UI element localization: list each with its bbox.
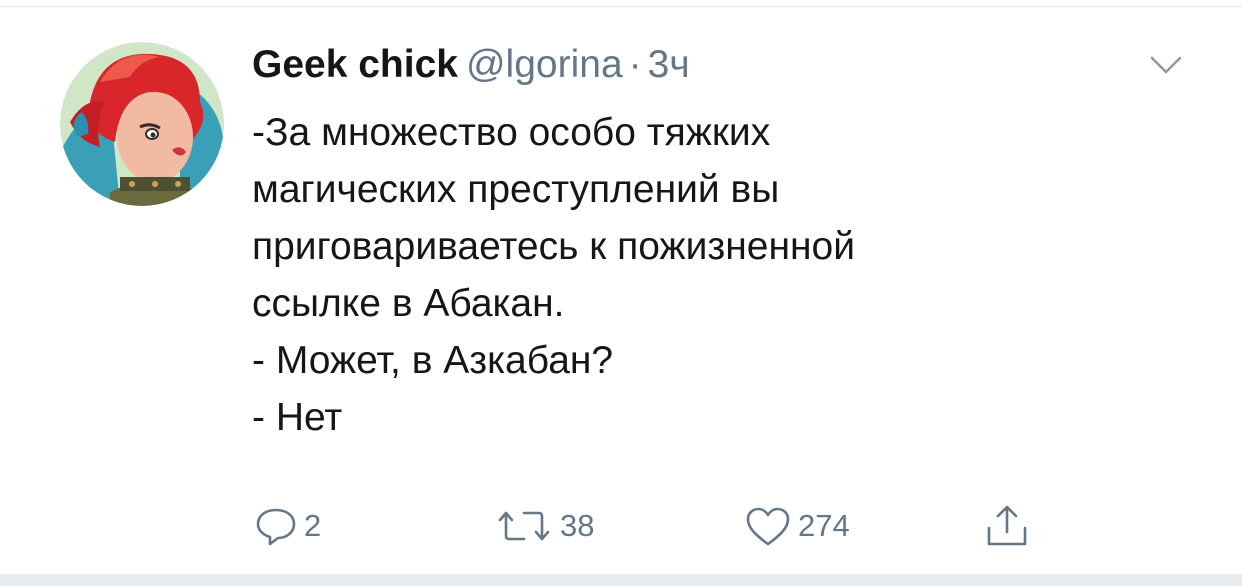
tweet-text-line: магических преступлений вы — [252, 168, 780, 211]
tweet-text: -За множество особо тяжких магических пр… — [252, 104, 1172, 446]
reply-icon — [254, 504, 298, 548]
chevron-down-icon[interactable] — [1146, 50, 1186, 82]
like-button[interactable]: 274 — [744, 498, 850, 554]
retweet-icon — [494, 504, 554, 548]
separator-dot: · — [628, 43, 642, 86]
avatar[interactable] — [60, 42, 224, 206]
author-name[interactable]: Geek chick — [252, 43, 458, 86]
tweet-card[interactable]: Geek chick @lgorina · 3ч -За множество особ… — [0, 0, 1242, 586]
action-bar: 2 38 274 — [0, 498, 1242, 554]
tweet-text-line: -За множество особо тяжких — [252, 111, 771, 154]
retweet-button[interactable]: 38 — [494, 498, 594, 554]
tweet-text-line: приговариваетесь к пожизненной — [252, 225, 856, 268]
tweet-text-line: - Может, в Азкабан? — [252, 339, 614, 382]
tweet-text-line: ссылке в Абакан. — [252, 282, 565, 325]
heart-icon — [744, 504, 792, 548]
reply-count: 2 — [304, 508, 322, 543]
author-handle[interactable]: @lgorina — [466, 43, 623, 86]
retweet-count: 38 — [560, 508, 595, 543]
tweet-text-line: - Нет — [252, 396, 343, 439]
bottom-divider — [0, 574, 1242, 586]
top-divider — [0, 6, 1242, 7]
like-count: 274 — [798, 508, 850, 543]
share-button[interactable] — [983, 498, 1031, 554]
share-icon — [983, 502, 1031, 550]
reply-button[interactable]: 2 — [254, 498, 321, 554]
tweet-header: Geek chick @lgorina · 3ч — [252, 40, 690, 90]
timestamp[interactable]: 3ч — [648, 43, 690, 86]
